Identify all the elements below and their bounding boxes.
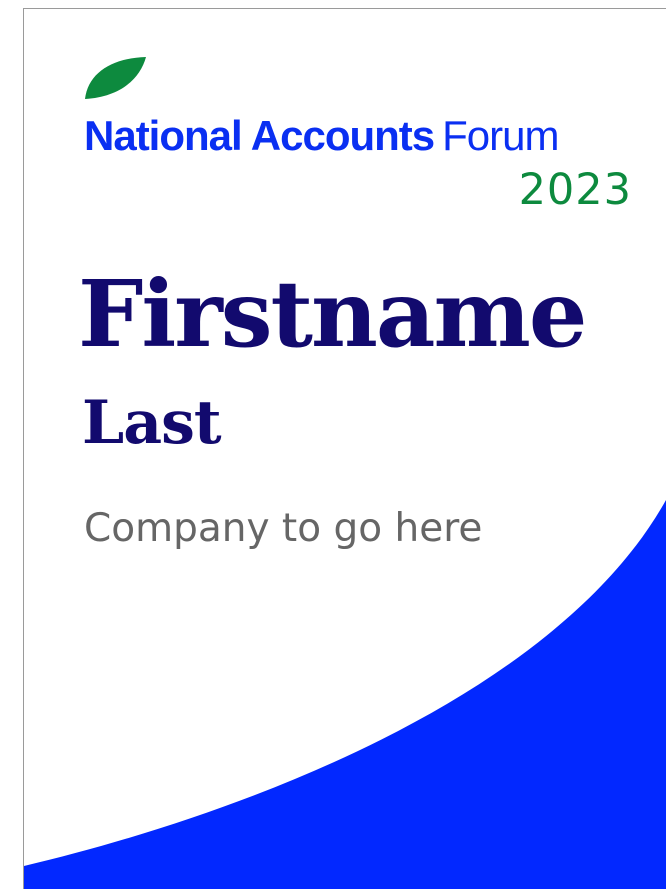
attendee-first-name: Firstname xyxy=(78,260,587,368)
name-badge: National Accounts Forum 2023 Firstname La… xyxy=(0,0,666,889)
event-year: 2023 xyxy=(518,165,632,215)
attendee-last-name: Last xyxy=(82,388,222,458)
event-brand-light: Forum xyxy=(442,112,559,159)
event-brand: National Accounts Forum xyxy=(84,112,560,160)
event-brand-bold: National Accounts xyxy=(84,112,435,159)
attendee-company: Company to go here xyxy=(84,506,483,551)
leaf-icon xyxy=(85,57,146,99)
